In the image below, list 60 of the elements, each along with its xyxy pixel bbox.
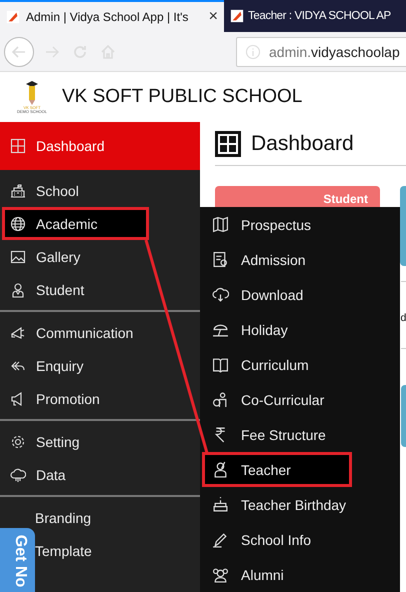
submenu-item[interactable]: Co-Curricular (200, 382, 400, 417)
submenu-item[interactable]: Prospectus (200, 207, 400, 242)
sidebar-item[interactable]: Branding (35, 501, 200, 534)
group-icon (212, 566, 229, 583)
sidebar-item[interactable]: Enquiry (0, 349, 200, 382)
sidebar-item[interactable]: Communication (0, 316, 200, 349)
sidebar-item[interactable]: Setting (0, 425, 200, 458)
pencil-logo-icon (25, 80, 39, 106)
submenu-item[interactable]: Fee Structure (200, 417, 400, 452)
book-icon (212, 356, 229, 373)
submenu-item[interactable]: Admission (200, 242, 400, 277)
gear-icon (10, 434, 26, 450)
content-text: d (400, 312, 406, 324)
cloud-icon (10, 466, 26, 482)
submenu-item[interactable]: Teacher (202, 452, 352, 487)
url-text: admin.vidyaschoolap (269, 44, 400, 60)
sidebar-item[interactable]: Gallery (0, 240, 200, 273)
back-arrow-icon (11, 44, 27, 60)
browser-tab[interactable]: Teacher : VIDYA SCHOOL AP (224, 0, 393, 32)
building-icon (10, 182, 26, 198)
submenu-item[interactable]: Teacher Birthday (200, 487, 400, 522)
tab-title: Admin | Vidya School App | It's (26, 10, 188, 24)
address-bar[interactable]: admin.vidyaschoolap (236, 36, 406, 66)
sidebar-item[interactable]: Student (0, 273, 200, 306)
image-icon (10, 248, 26, 264)
tab-title: Teacher : VIDYA SCHOOL AP (248, 10, 391, 22)
close-icon[interactable]: × (208, 8, 218, 26)
sidebar-item[interactable]: Academic (2, 207, 149, 240)
pen-icon (212, 531, 229, 548)
submenu-item[interactable]: Curriculum (200, 347, 400, 382)
reload-icon (72, 44, 88, 60)
browser-tab[interactable]: Admin | Vidya School App | It's × (0, 0, 224, 32)
card-label: Student (323, 192, 368, 208)
sidebar-item[interactable]: School (0, 174, 200, 207)
sidebar-item[interactable]: Promotion (0, 382, 200, 415)
back-button[interactable] (4, 36, 34, 66)
info-panel (400, 385, 406, 447)
page-title: Dashboard (251, 132, 354, 156)
school-name: VK SOFT PUBLIC SCHOOL (62, 86, 302, 108)
form-icon (212, 251, 229, 268)
sidebar-item[interactable]: Template (35, 534, 200, 567)
grid-icon (10, 138, 26, 154)
submenu-item[interactable]: Alumni (200, 557, 400, 592)
cloud-download-icon (212, 286, 229, 303)
grid-icon (215, 130, 241, 156)
map-icon (212, 216, 229, 233)
sidebar-item[interactable]: Dashboard (0, 122, 200, 170)
submenu-item[interactable]: Download (200, 277, 400, 312)
cake-icon (212, 496, 229, 513)
teacher-icon (212, 461, 229, 478)
submenu-item[interactable]: School Info (200, 522, 400, 557)
globe-icon (10, 216, 26, 232)
sidebar-item[interactable]: Data (0, 458, 200, 491)
person-icon (10, 282, 26, 298)
megaphone-icon (10, 324, 26, 340)
forward-arrow-icon (44, 44, 60, 60)
info-icon (245, 44, 261, 60)
people-icon (212, 391, 229, 408)
submenu-item[interactable]: Holiday (200, 312, 400, 347)
home-icon (100, 44, 116, 60)
